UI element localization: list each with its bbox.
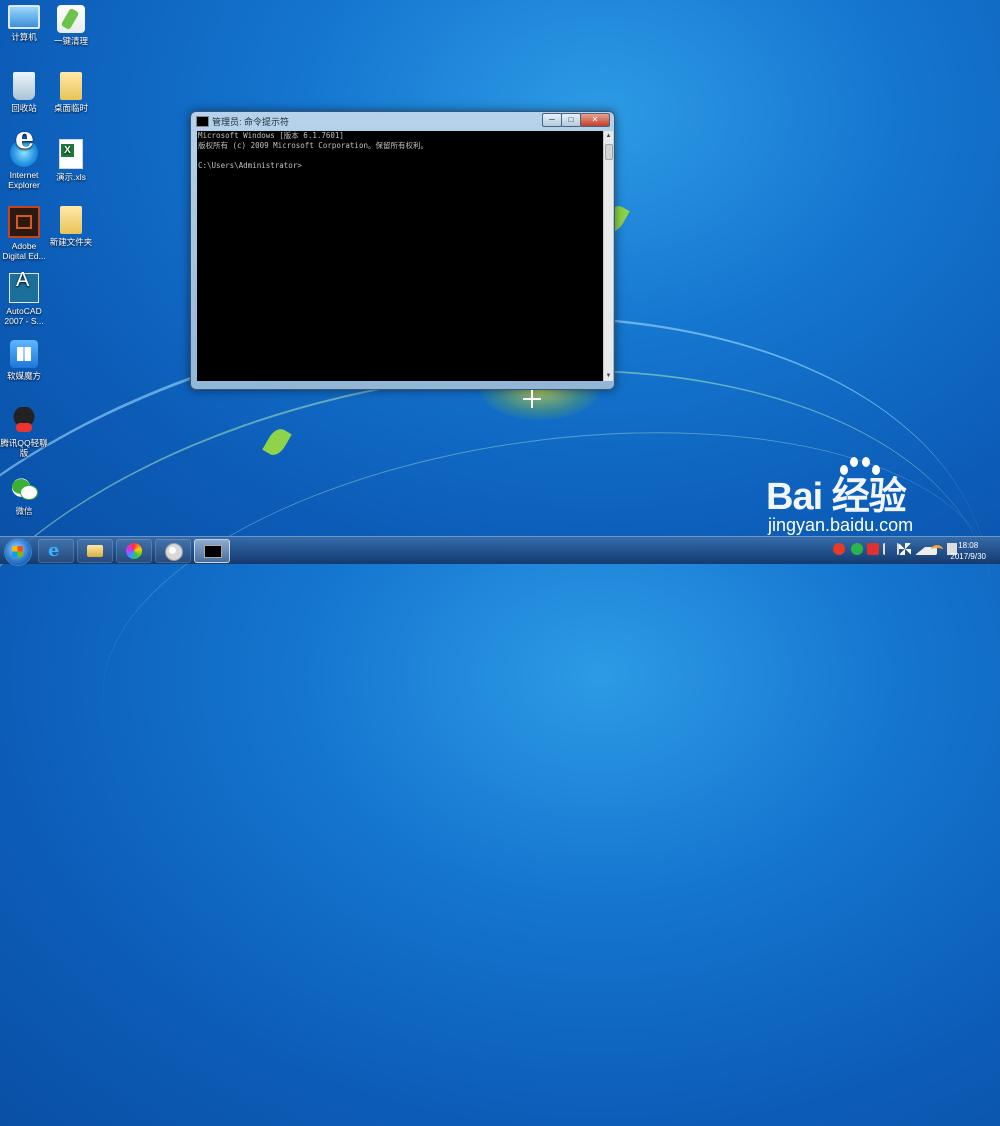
desktop-icon-label: 微信 bbox=[15, 506, 33, 516]
desktop-icon-autocad[interactable]: AutoCAD 2007 - S... bbox=[0, 273, 48, 326]
taskbar-item-windows-explorer[interactable] bbox=[77, 539, 113, 563]
computer-icon bbox=[8, 5, 40, 29]
flag-icon[interactable] bbox=[867, 543, 879, 555]
qq-icon bbox=[10, 407, 38, 435]
wifi-icon[interactable] bbox=[931, 545, 943, 554]
broom-icon bbox=[57, 5, 85, 33]
cmd-output-line: Microsoft Windows [版本 6.1.7601] bbox=[198, 131, 344, 140]
desktop-icon-label: AutoCAD 2007 - S... bbox=[4, 306, 44, 326]
start-button[interactable] bbox=[4, 538, 32, 566]
taskbar-item-cmd[interactable] bbox=[194, 539, 230, 563]
desktop-icon-label: 回收站 bbox=[11, 103, 37, 113]
watermark-url: jingyan.baidu.com bbox=[768, 515, 914, 535]
close-button[interactable]: ✕ bbox=[580, 113, 610, 127]
cmd-scrollbar[interactable]: ▲ ▼ bbox=[603, 131, 613, 381]
clock-date: 2017/9/30 bbox=[950, 552, 986, 561]
desktop-icon-recycle-bin[interactable]: 回收站 bbox=[0, 72, 48, 113]
desktop-icon-label: 腾讯QQ轻聊版 bbox=[0, 438, 48, 458]
wallpaper-leaf bbox=[262, 425, 292, 459]
desktop-icon-label: 软媒魔方 bbox=[6, 371, 41, 381]
adobe-digital-editions-icon bbox=[8, 206, 40, 238]
recycle-bin-icon bbox=[13, 72, 35, 100]
desktop-icon-label: Internet Explorer bbox=[8, 170, 40, 190]
cmd-output-line bbox=[197, 151, 603, 161]
clock-time: 18:08 bbox=[958, 541, 979, 550]
taskbar-item-color-app[interactable] bbox=[116, 539, 152, 563]
scrollbar-thumb[interactable] bbox=[605, 144, 613, 160]
desktop-icon-wechat[interactable]: 微信 bbox=[0, 475, 48, 516]
cmd-titlebar[interactable]: 管理员: 命令提示符 ─ □ ✕ bbox=[191, 112, 614, 130]
minimize-button[interactable]: ─ bbox=[542, 113, 562, 127]
scroll-up-arrow-icon[interactable]: ▲ bbox=[605, 132, 612, 140]
excel-icon bbox=[59, 139, 83, 169]
desktop-icon-adobe-digital-editions[interactable]: Adobe Digital Ed... bbox=[0, 206, 48, 261]
desktop-icon-label: 计算机 bbox=[11, 32, 37, 42]
desktop-icon-computer[interactable]: 计算机 bbox=[0, 5, 48, 42]
sogou-input-icon[interactable] bbox=[833, 543, 845, 555]
cmd-console[interactable]: Microsoft Windows [版本 6.1.7601] 版权所有 (c)… bbox=[197, 131, 603, 381]
cmd-window[interactable]: 管理员: 命令提示符 ─ □ ✕ Microsoft Windows [版本 6… bbox=[190, 111, 615, 390]
crosshair-cursor-icon bbox=[523, 390, 541, 408]
grid-icon[interactable] bbox=[899, 543, 911, 555]
cmd-window-title: 管理员: 命令提示符 bbox=[212, 117, 290, 127]
folder-icon bbox=[60, 72, 82, 100]
cmd-icon bbox=[204, 545, 222, 558]
folder-icon bbox=[87, 545, 103, 557]
desktop-icon-label: 桌面临时 bbox=[53, 103, 88, 113]
desktop-icon-label: 演示.xls bbox=[56, 172, 86, 182]
desktop-icon-new-folder[interactable]: 新建文件夹 bbox=[47, 206, 95, 247]
cmd-prompt-line: C:\Users\Administrator> bbox=[198, 161, 302, 170]
taskbar-item-paint[interactable] bbox=[155, 539, 191, 563]
cmd-icon bbox=[196, 116, 209, 127]
desktop-icon-qq[interactable]: 腾讯QQ轻聊版 bbox=[0, 407, 48, 458]
autocad-icon bbox=[9, 273, 39, 303]
cmd-output-line: 版权所有 (c) 2009 Microsoft Corporation。保留所有… bbox=[198, 141, 428, 150]
desktop-icon-label: Adobe Digital Ed... bbox=[2, 241, 46, 261]
ie-icon bbox=[10, 134, 38, 167]
folder-icon bbox=[60, 206, 82, 234]
pause-icon[interactable] bbox=[883, 543, 899, 555]
paint-palette-icon bbox=[165, 543, 183, 561]
taskbar-item-internet-explorer[interactable]: e bbox=[38, 539, 74, 563]
desktop-icon-label: 一键清理 bbox=[53, 36, 88, 46]
taskbar: e 18:08 2017/9/30 bbox=[0, 536, 1000, 566]
desktop-icon-one-click-clean[interactable]: 一键清理 bbox=[47, 5, 95, 46]
color-wheel-icon bbox=[126, 543, 142, 559]
desktop-icon-desktop-temp[interactable]: 桌面临时 bbox=[47, 72, 95, 113]
desktop-icon-internet-explorer[interactable]: Internet Explorer bbox=[0, 134, 48, 190]
desktop-icon-label: 新建文件夹 bbox=[49, 237, 93, 247]
watermark-brand: Bai 经验 bbox=[766, 476, 907, 518]
scroll-down-arrow-icon[interactable]: ▼ bbox=[605, 372, 612, 380]
baidu-jingyan-watermark: Bai 经验 jingyan.baidu.com bbox=[766, 455, 996, 540]
taskbar-clock[interactable]: 18:08 2017/9/30 bbox=[950, 540, 986, 562]
security-shield-icon[interactable] bbox=[851, 543, 863, 555]
ie-icon: e bbox=[48, 540, 60, 561]
maximize-button[interactable]: □ bbox=[561, 113, 581, 127]
wechat-icon bbox=[10, 475, 38, 503]
desktop-icon-softmedia-cube[interactable]: 软媒魔方 bbox=[0, 340, 48, 381]
desktop-icon-demo-xls[interactable]: 演示.xls bbox=[47, 139, 95, 182]
softmedia-cube-icon bbox=[10, 340, 38, 368]
